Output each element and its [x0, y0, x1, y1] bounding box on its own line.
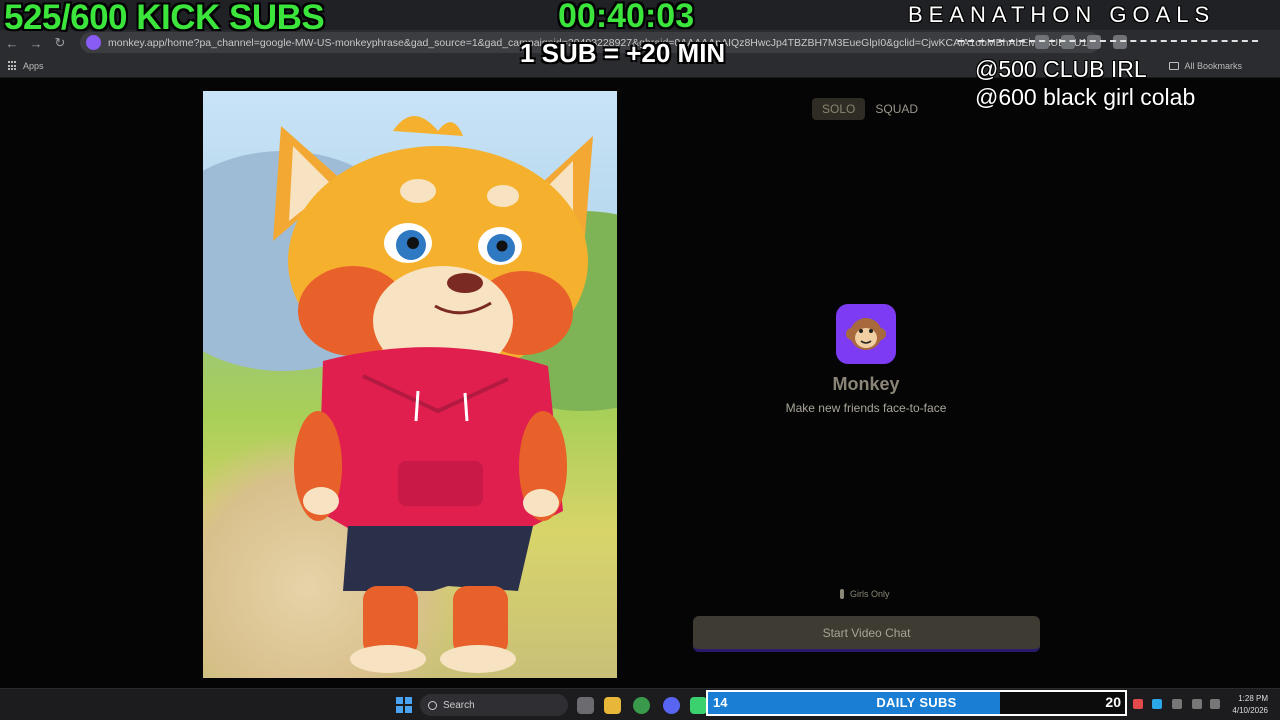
gender-filter-icon	[840, 589, 844, 599]
chrome-icon[interactable]	[633, 697, 650, 714]
mode-squad-button[interactable]: SQUAD	[873, 98, 920, 120]
brand-name: Monkey	[832, 374, 900, 394]
monkey-page: SOLO SQUAD Monkey Make new friends face-…	[0, 78, 1280, 688]
search-icon	[428, 700, 437, 710]
girls-only-toggle[interactable]: Girls Only	[840, 589, 890, 599]
clock-time: 1:28 PM	[1238, 694, 1268, 703]
extension-icons	[1035, 35, 1127, 49]
kick-subs-counter: 525/600 KICK SUBS	[4, 0, 325, 37]
brand-block: Monkey Make new friends face-to-face	[766, 304, 966, 415]
extension-icon[interactable]	[1061, 35, 1075, 49]
system-clock[interactable]: 1:28 PM 4/10/2026	[1232, 693, 1268, 717]
sub-rate-label: 1 SUB = +20 MIN	[520, 38, 726, 68]
microphone-icon[interactable]	[1172, 699, 1182, 709]
taskbar-search[interactable]: Search	[420, 694, 568, 716]
extension-icon[interactable]	[1113, 35, 1127, 49]
app-icon[interactable]	[690, 697, 707, 714]
brand-tagline: Make new friends face-to-face	[785, 401, 947, 415]
clock-date: 4/10/2026	[1232, 706, 1268, 715]
daily-subs-label: DAILY SUBS	[876, 695, 957, 710]
windows-start-icon[interactable]	[396, 697, 412, 713]
network-icon[interactable]	[1192, 699, 1202, 709]
file-explorer-icon[interactable]	[604, 697, 621, 714]
volume-icon[interactable]	[1210, 699, 1220, 709]
monkey-logo	[836, 304, 896, 364]
taskbar-search-label: Search	[443, 699, 475, 711]
subathon-timer: 00:40:03	[558, 0, 695, 35]
apps-label: Apps	[23, 61, 44, 71]
extension-icon[interactable]	[1087, 35, 1101, 49]
camera-preview	[203, 91, 617, 678]
all-bookmarks-label: All Bookmarks	[1184, 61, 1242, 71]
goals-title: BEANATHON GOALS	[908, 2, 1216, 27]
goals-divider	[958, 40, 1258, 42]
mode-toggle: SOLO SQUAD	[812, 98, 920, 120]
goal-item: @500 CLUB IRL	[975, 56, 1147, 82]
goal-item: @600 black girl colab	[975, 84, 1196, 110]
tray-app-icon[interactable]	[1133, 699, 1143, 709]
monkey-face-icon	[846, 318, 886, 350]
daily-subs-goal: 20	[1105, 694, 1121, 710]
start-video-chat-button[interactable]: Start Video Chat	[693, 616, 1040, 652]
girls-only-label: Girls Only	[850, 589, 890, 599]
daily-subs-progress-bar: 14 DAILY SUBS 20	[706, 690, 1127, 716]
discord-icon[interactable]	[663, 697, 680, 714]
red-panda-avatar	[273, 116, 593, 673]
extension-icon[interactable]	[1035, 35, 1049, 49]
folder-icon	[1169, 62, 1180, 70]
mode-solo-button[interactable]: SOLO	[812, 98, 866, 120]
task-view-icon[interactable]	[577, 697, 594, 714]
tray-app-icon[interactable]	[1152, 699, 1162, 709]
apps-grid-icon	[8, 61, 18, 71]
all-bookmarks[interactable]: All Bookmarks	[1169, 61, 1242, 71]
apps-bookmark[interactable]: Apps	[8, 61, 44, 71]
